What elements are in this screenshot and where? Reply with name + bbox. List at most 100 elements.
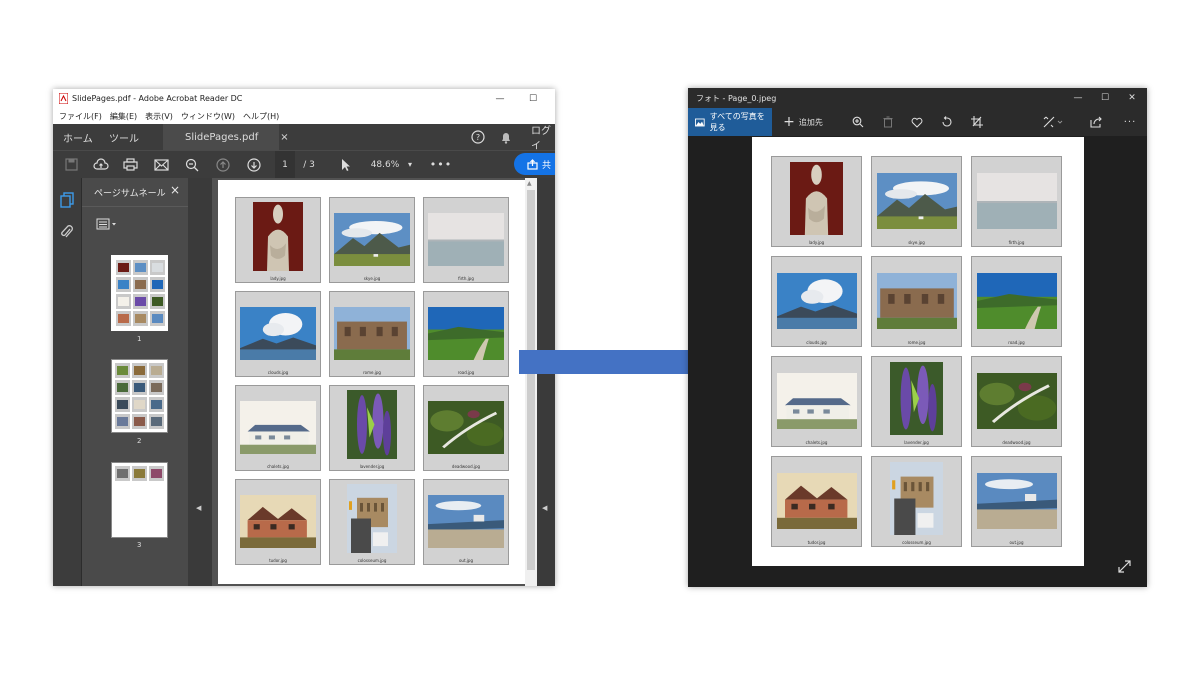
menu-window[interactable]: ウィンドウ(W) xyxy=(181,111,235,122)
photo-caption: clouds.jpg xyxy=(806,340,827,345)
photo-card: lavender.jpg xyxy=(329,385,415,471)
acrobat-titlebar: SlidePages.pdf - Adobe Acrobat Reader DC… xyxy=(53,89,555,108)
next-page-icon[interactable] xyxy=(244,151,264,178)
expand-right-icon[interactable]: ◀ xyxy=(542,504,547,512)
photo-image xyxy=(777,473,857,529)
menu-help[interactable]: ヘルプ(H) xyxy=(243,111,279,122)
page-number-input[interactable]: 1 xyxy=(275,151,295,178)
collapse-left-icon[interactable]: ◀ xyxy=(196,504,201,512)
delete-icon[interactable] xyxy=(878,108,898,136)
rotate-icon[interactable] xyxy=(937,108,957,136)
tab-tools[interactable]: ツール xyxy=(109,124,139,150)
scroll-up-icon[interactable]: ▲ xyxy=(527,180,532,187)
photo-image xyxy=(428,401,504,454)
photo-image xyxy=(253,202,303,271)
photo-image xyxy=(428,307,504,360)
photo-caption: road.jpg xyxy=(1008,340,1025,345)
add-to-label: 追加先 xyxy=(798,117,823,127)
bell-icon[interactable] xyxy=(500,124,512,150)
crop-icon[interactable] xyxy=(967,108,987,136)
thumbnail-page-3[interactable] xyxy=(111,462,168,538)
print-icon[interactable] xyxy=(120,151,140,178)
photos-minimize-button[interactable]: — xyxy=(1065,88,1091,108)
photo-card: rome.jpg xyxy=(329,291,415,377)
tab-document-label: SlidePages.pdf xyxy=(185,131,259,143)
share-label: 共 xyxy=(541,160,551,171)
photo-caption: deadwood.jpg xyxy=(451,464,481,469)
tab-document[interactable]: SlidePages.pdf × xyxy=(163,124,289,150)
menu-view[interactable]: 表示(V) xyxy=(145,111,173,122)
photo-card: tudor.jpg xyxy=(235,479,321,565)
zoom-dropdown-icon[interactable]: ▾ xyxy=(404,151,416,178)
tab-home[interactable]: ホーム xyxy=(63,124,93,150)
close-panel-icon[interactable]: × xyxy=(170,183,180,197)
thumbnail-page-2[interactable] xyxy=(111,359,168,433)
menu-edit[interactable]: 編集(E) xyxy=(110,111,137,122)
photo-image xyxy=(777,273,857,329)
menu-file[interactable]: ファイル(F) xyxy=(59,111,102,122)
photo-card: lavender.jpg xyxy=(871,356,962,447)
favorite-icon[interactable] xyxy=(907,108,927,136)
photo-card: tudor.jpg xyxy=(771,456,862,547)
zoom-in-icon[interactable] xyxy=(848,108,868,136)
thumbnail-2-preview xyxy=(112,360,167,432)
add-to-button[interactable]: + 追加先 xyxy=(778,108,828,136)
menu-bar: ファイル(F) 編集(E) 表示(V) ウィンドウ(W) ヘルプ(H) xyxy=(53,108,555,124)
photo-image xyxy=(790,162,843,235)
photos-window: フォト - Page_0.jpeg — ☐ ✕ すべての写真を見る + 追加先 … xyxy=(688,88,1147,587)
save-icon[interactable] xyxy=(61,151,81,178)
photo-card: lady.jpg xyxy=(771,156,862,247)
fullscreen-icon[interactable] xyxy=(1118,558,1131,577)
photos-more-icon[interactable]: ··· xyxy=(1120,108,1140,136)
share-button[interactable]: 共 xyxy=(514,153,555,175)
close-tab-icon[interactable]: × xyxy=(280,132,288,143)
zoom-level[interactable]: 48.6% xyxy=(367,151,403,178)
thumbnail-1-preview xyxy=(113,257,166,329)
edit-create-icon[interactable] xyxy=(1040,108,1068,136)
login-button[interactable]: ログイ xyxy=(531,124,555,152)
photo-card: deadwood.jpg xyxy=(423,385,509,471)
zoom-out-icon[interactable] xyxy=(182,151,202,178)
photo-caption: lady.jpg xyxy=(270,276,286,281)
photo-caption: lavender.jpg xyxy=(359,464,385,469)
photos-share-icon[interactable] xyxy=(1086,108,1106,136)
photo-caption: chalets.jpg xyxy=(805,440,828,445)
help-icon[interactable]: ? xyxy=(471,124,485,150)
photo-card: road.jpg xyxy=(423,291,509,377)
photo-image xyxy=(240,307,316,360)
photo-image xyxy=(240,401,316,454)
photo-image xyxy=(334,307,410,360)
photo-caption: colosseum.jpg xyxy=(902,540,931,545)
all-photos-button[interactable]: すべての写真を見る xyxy=(688,108,772,136)
minimize-button[interactable]: — xyxy=(488,89,512,108)
more-tools-icon[interactable]: ••• xyxy=(430,151,451,178)
photo-image xyxy=(977,273,1057,329)
page-thumbnails-icon[interactable] xyxy=(60,192,74,212)
thumbnail-page-1[interactable] xyxy=(111,255,168,331)
photo-image xyxy=(877,173,957,229)
photo-image xyxy=(240,495,316,548)
photo-caption: tudor.jpg xyxy=(807,540,826,545)
upload-cloud-icon[interactable] xyxy=(91,151,111,178)
select-cursor-icon[interactable] xyxy=(338,151,354,178)
panel-options-icon[interactable] xyxy=(96,215,118,234)
photo-canvas: lady.jpg skye.jpg firth.jpg clouds.jpg rome.… xyxy=(752,137,1084,566)
photo-card: firth.jpg xyxy=(971,156,1062,247)
thumbnail-label-3: 3 xyxy=(137,541,142,549)
photos-maximize-button[interactable]: ☐ xyxy=(1092,88,1118,108)
attachment-icon[interactable] xyxy=(60,224,74,244)
maximize-button[interactable]: ☐ xyxy=(521,89,545,108)
panel-splitter[interactable]: ◀ xyxy=(188,178,212,586)
photos-titlebar: フォト - Page_0.jpeg — ☐ ✕ xyxy=(688,88,1147,108)
photos-close-button[interactable]: ✕ xyxy=(1119,88,1145,108)
panel-title: ページサムネール xyxy=(94,189,166,199)
photo-card: skye.jpg xyxy=(329,197,415,283)
photo-caption: road.jpg xyxy=(457,370,475,375)
photo-caption: skye.jpg xyxy=(363,276,381,281)
photo-image xyxy=(334,213,410,266)
mail-icon[interactable] xyxy=(151,151,171,178)
prev-page-icon[interactable] xyxy=(213,151,233,178)
photo-caption: firth.jpg xyxy=(458,276,474,281)
photo-caption: rome.jpg xyxy=(363,370,381,375)
photo-card: lady.jpg xyxy=(235,197,321,283)
